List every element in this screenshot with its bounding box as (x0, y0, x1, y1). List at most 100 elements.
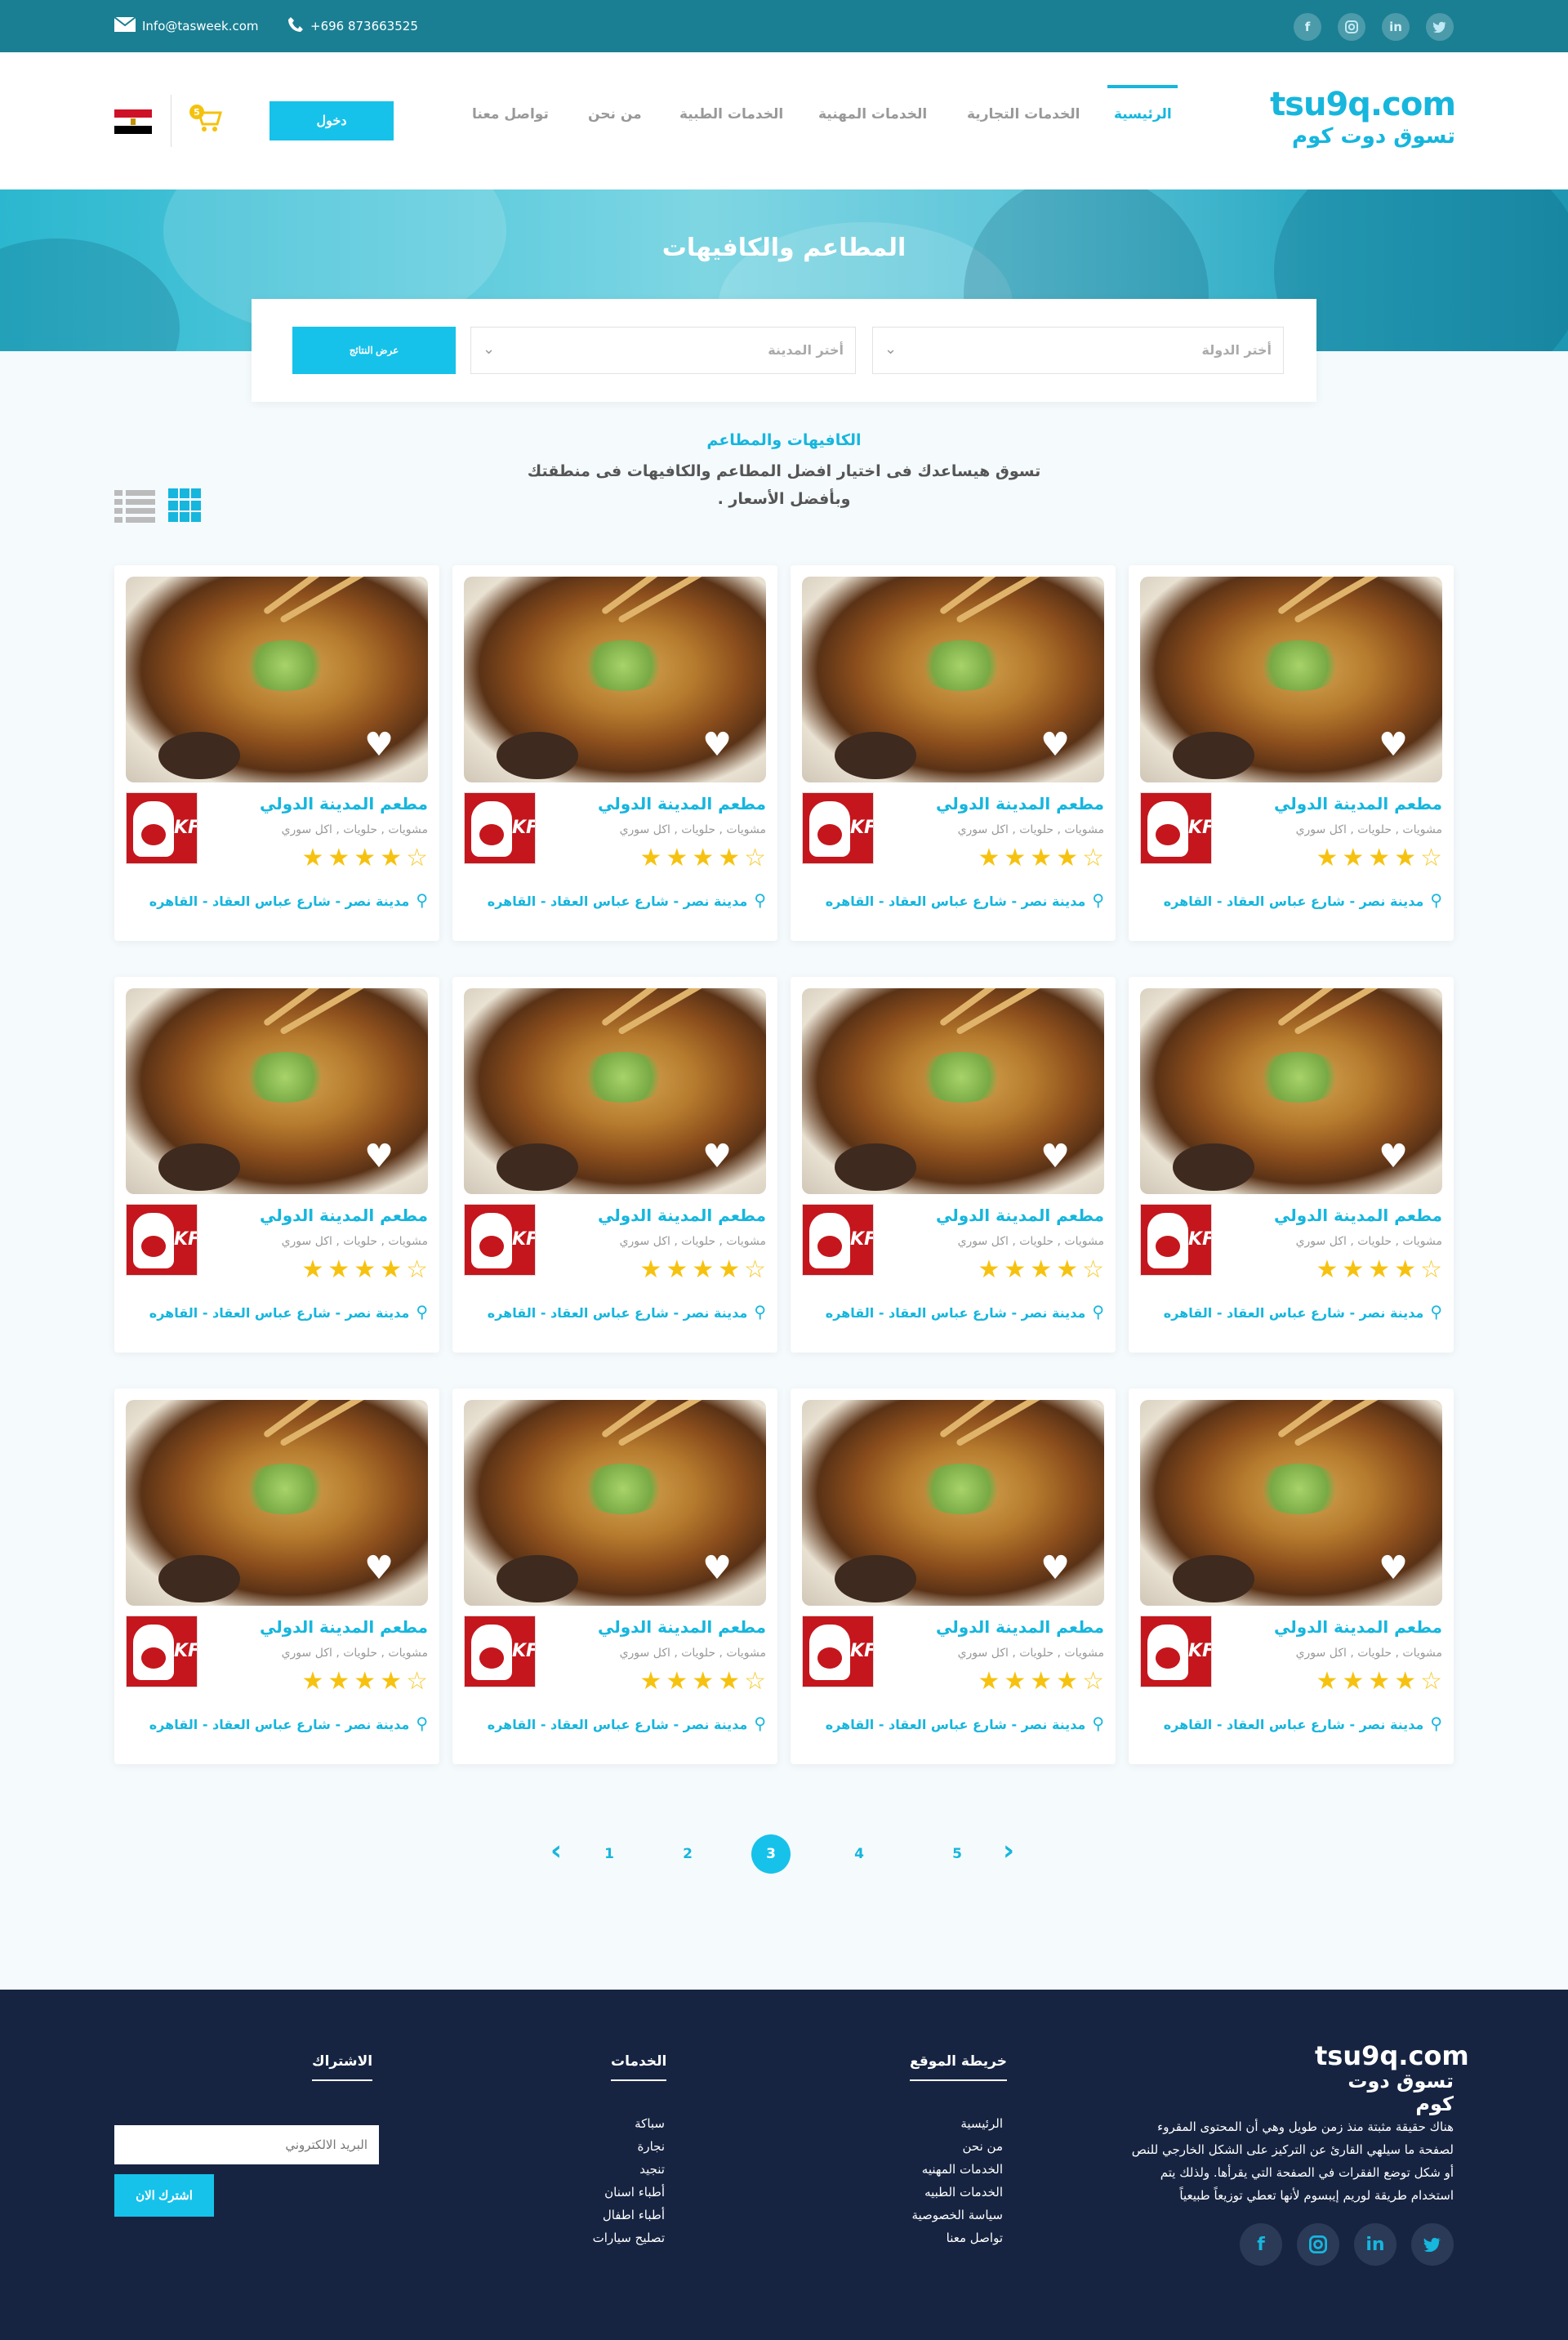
service-link[interactable]: أطباء اطفال (501, 2204, 665, 2226)
sitemap-link[interactable]: سياسة الخصوصية (840, 2204, 1003, 2226)
service-link[interactable]: سباكة (501, 2112, 665, 2135)
nav-medical-services[interactable]: الخدمات الطبية (679, 106, 783, 123)
heart-icon[interactable]: ♥ (359, 725, 399, 764)
sitemap-link[interactable]: من نحن (840, 2135, 1004, 2158)
page-2[interactable]: 2 (668, 1834, 707, 1874)
restaurant-name[interactable]: مطعم المدينة الدولي (1274, 794, 1442, 813)
nav-home[interactable]: الرئيسية (1114, 106, 1172, 123)
nav-commercial-services[interactable]: الخدمات التجارية (967, 106, 1080, 123)
page-3-current[interactable]: 3 (751, 1834, 791, 1874)
heart-icon[interactable]: ♥ (697, 1137, 737, 1176)
heart-icon[interactable]: ♥ (1036, 725, 1075, 764)
nav-contact[interactable]: تواصل معنا (472, 106, 549, 123)
email-contact[interactable]: Info@tasweek.com (114, 0, 259, 52)
footer-linkedin-icon[interactable]: in (1354, 2223, 1396, 2266)
restaurant-card[interactable]: ♥ مطعم المدينة الدولي مشويات , حلويات , اك… (1129, 977, 1454, 1353)
services-list: سباكة نجارة تنجيد أطباء اسنان أطباء اطفا… (501, 2112, 665, 2249)
restaurant-card[interactable]: ♥ مطعم المدينة الدولي مشويات , حلويات , اك… (791, 977, 1116, 1353)
facebook-icon[interactable]: f (1294, 13, 1321, 41)
linkedin-icon[interactable]: in (1382, 13, 1410, 41)
heart-icon[interactable]: ♥ (697, 1549, 737, 1588)
restaurant-name[interactable]: مطعم المدينة الدولي (936, 1617, 1104, 1637)
sitemap-link[interactable]: الخدمات المهنيه (840, 2158, 1003, 2181)
show-results-button[interactable]: عرض النتائج (292, 327, 456, 374)
city-select[interactable]: أختر المدينة ⌄ (470, 327, 856, 374)
restaurant-name[interactable]: مطعم المدينة الدولي (936, 1206, 1104, 1225)
login-button[interactable]: دخول (270, 101, 394, 140)
restaurant-tags: مشويات , حلويات , اكل سوري (957, 1647, 1104, 1660)
star-filled-icon: ★ (301, 1255, 324, 1284)
restaurant-address: ⚲ مدينة نصر - شارع عباس العقاد - القاهره (149, 890, 428, 910)
restaurant-name[interactable]: مطعم المدينة الدولي (598, 794, 766, 813)
star-filled-icon: ★ (978, 1255, 1000, 1284)
subscribe-button[interactable]: اشترك الان (114, 2174, 214, 2217)
restaurant-card[interactable]: ♥ مطعم المدينة الدولي مشويات , حلويات , اك… (452, 977, 777, 1353)
heart-icon[interactable]: ♥ (1036, 1549, 1075, 1588)
top-bar: Info@tasweek.com +696 873663525 in f (0, 0, 1568, 52)
heart-icon[interactable]: ♥ (1374, 725, 1413, 764)
page-5[interactable]: 5 (938, 1834, 977, 1874)
footer-facebook-icon[interactable]: f (1240, 2223, 1282, 2266)
service-link[interactable]: أطباء اسنان (501, 2181, 665, 2204)
sitemap-link[interactable]: تواصل معنا (840, 2226, 1003, 2249)
sitemap-link[interactable]: الخدمات الطبيه (840, 2181, 1003, 2204)
prev-page-icon[interactable]: ‹ (550, 1834, 562, 1867)
rating-stars: ★ ★ ★ ★ ☆ (301, 1669, 428, 1694)
restaurant-card[interactable]: ♥ مطعم المدينة الدولي مشويات , حلويات , اك… (452, 565, 777, 941)
heart-icon[interactable]: ♥ (359, 1137, 399, 1176)
star-empty-icon: ☆ (1420, 1667, 1442, 1696)
restaurant-name[interactable]: مطعم المدينة الدولي (260, 1206, 428, 1225)
restaurant-name[interactable]: مطعم المدينة الدولي (260, 794, 428, 813)
star-filled-icon: ★ (1004, 1255, 1027, 1284)
site-logo[interactable]: tsu9q.com تسوق دوت كوم (1254, 87, 1456, 155)
star-empty-icon: ☆ (1082, 1667, 1104, 1696)
chevron-down-icon: ⌄ (483, 341, 496, 358)
heart-icon[interactable]: ♥ (359, 1549, 399, 1588)
restaurant-card[interactable]: ♥ مطعم المدينة الدولي مشويات , حلويات , اك… (791, 1388, 1116, 1764)
footer-instagram-icon[interactable] (1297, 2223, 1339, 2266)
heart-icon[interactable]: ♥ (1036, 1137, 1075, 1176)
phone-contact[interactable]: +696 873663525 (287, 0, 418, 52)
list-view-icon[interactable] (114, 490, 155, 523)
restaurant-name[interactable]: مطعم المدينة الدولي (260, 1617, 428, 1637)
heart-icon[interactable]: ♥ (1374, 1549, 1413, 1588)
page-1[interactable]: 1 (590, 1834, 629, 1874)
sitemap-link[interactable]: الرئيسية (840, 2112, 1003, 2135)
restaurant-card[interactable]: ♥ مطعم المدينة الدولي مشويات , حلويات , اك… (1129, 565, 1454, 941)
nav-professional-services[interactable]: الخدمات المهنية (818, 106, 927, 123)
restaurant-logo: KF (126, 792, 198, 864)
country-select[interactable]: أختر الدولة ⌄ (872, 327, 1284, 374)
service-link[interactable]: تصليح سيارات (501, 2226, 665, 2249)
instagram-icon[interactable] (1338, 13, 1365, 41)
restaurant-name[interactable]: مطعم المدينة الدولي (936, 794, 1104, 813)
page-4[interactable]: 4 (840, 1834, 879, 1874)
star-filled-icon: ★ (380, 1667, 403, 1696)
heart-icon[interactable]: ♥ (1374, 1137, 1413, 1176)
restaurant-tags: مشويات , حلويات , اكل سوري (1295, 823, 1442, 836)
restaurant-card[interactable]: ♥ مطعم المدينة الدولي مشويات , حلويات , اك… (114, 1388, 439, 1764)
restaurant-name[interactable]: مطعم المدينة الدولي (598, 1206, 766, 1225)
restaurant-card[interactable]: ♥ مطعم المدينة الدولي مشويات , حلويات , اك… (114, 977, 439, 1353)
restaurant-name[interactable]: مطعم المدينة الدولي (1274, 1617, 1442, 1637)
egypt-flag-icon[interactable] (114, 109, 152, 134)
star-filled-icon: ★ (1342, 844, 1365, 872)
restaurant-card[interactable]: ♥ مطعم المدينة الدولي مشويات , حلويات , اك… (452, 1388, 777, 1764)
restaurant-name[interactable]: مطعم المدينة الدولي (598, 1617, 766, 1637)
restaurant-card[interactable]: ♥ مطعم المدينة الدولي مشويات , حلويات , اك… (1129, 1388, 1454, 1764)
service-link[interactable]: نجارة (501, 2135, 665, 2158)
restaurant-card[interactable]: ♥ مطعم المدينة الدولي مشويات , حلويات , اك… (114, 565, 439, 941)
twitter-icon[interactable] (1426, 13, 1454, 41)
star-filled-icon: ★ (1056, 844, 1079, 872)
footer-twitter-icon[interactable] (1411, 2223, 1454, 2266)
star-filled-icon: ★ (327, 844, 350, 872)
nav-about[interactable]: من نحن (588, 106, 642, 123)
restaurant-name[interactable]: مطعم المدينة الدولي (1274, 1206, 1442, 1225)
footer-logo[interactable]: tsu9q.com تسوق دوت كوم (1315, 2042, 1469, 2115)
grid-view-icon[interactable] (168, 488, 201, 523)
star-filled-icon: ★ (692, 1667, 715, 1696)
restaurant-card[interactable]: ♥ مطعم المدينة الدولي مشويات , حلويات , اك… (791, 565, 1116, 941)
next-page-icon[interactable]: › (1003, 1834, 1014, 1867)
newsletter-email-input[interactable] (114, 2125, 379, 2164)
service-link[interactable]: تنجيد (501, 2158, 665, 2181)
heart-icon[interactable]: ♥ (697, 725, 737, 764)
